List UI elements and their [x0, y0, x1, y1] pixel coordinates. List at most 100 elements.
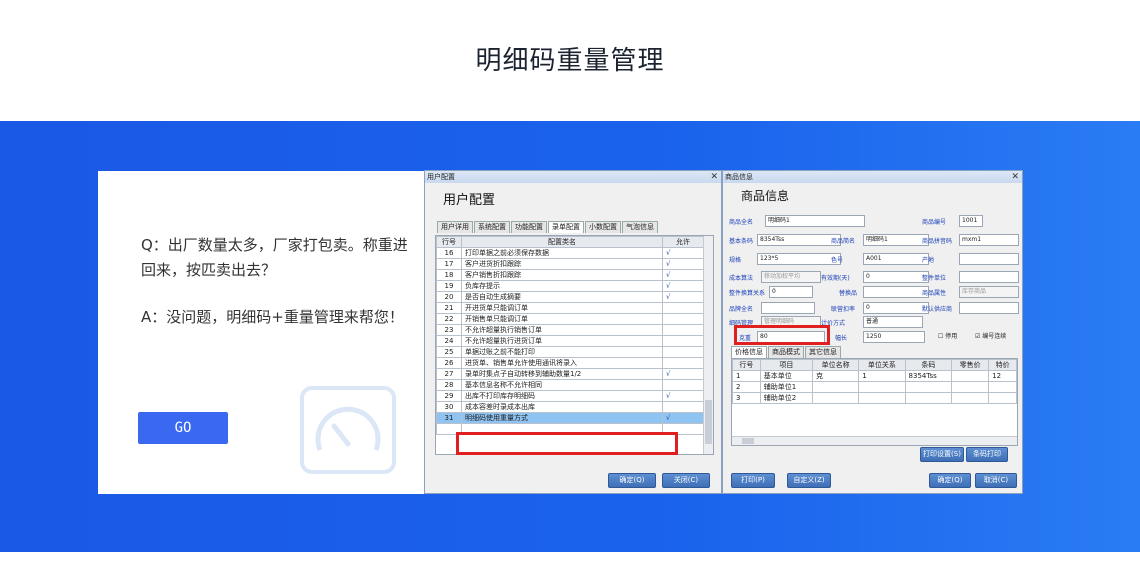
field-input[interactable]: 0: [863, 271, 929, 283]
unit-row[interactable]: 3 辅助单位2: [732, 392, 1017, 404]
product-tab-0[interactable]: 价格信息: [731, 346, 767, 358]
allow-check[interactable]: [662, 324, 704, 336]
field-input[interactable]: 123*5: [757, 253, 841, 265]
go-button[interactable]: GO: [138, 412, 228, 444]
allow-check[interactable]: √: [662, 247, 704, 259]
config-scrollbar[interactable]: [703, 236, 713, 454]
config-name: 录单时集点子自动转移到辅助数量1/2: [461, 368, 663, 380]
unit-row[interactable]: 1 基本单位克 1 8354Tss 12: [732, 370, 1017, 382]
config-row[interactable]: 19 负库存提示 √: [436, 280, 704, 292]
field-input[interactable]: 0: [769, 286, 813, 298]
unit-cell-special: [988, 381, 1017, 393]
unit-table-scrollbar[interactable]: [732, 436, 1017, 445]
allow-check[interactable]: √: [662, 291, 704, 303]
field-input[interactable]: 明细码1: [765, 215, 865, 227]
highlight-weight-mode: [456, 432, 678, 455]
field-input[interactable]: 库存商品: [959, 286, 1019, 298]
scrollbar-thumb[interactable]: [742, 438, 754, 444]
tab-0[interactable]: 用户详用: [437, 221, 473, 233]
field-input[interactable]: [959, 253, 1019, 265]
close-button[interactable]: 关闭(C): [662, 473, 710, 488]
unit-cell-code: [904, 392, 953, 404]
field-input[interactable]: [863, 286, 929, 298]
allow-check[interactable]: [662, 357, 704, 369]
allow-check[interactable]: [662, 313, 704, 325]
tab-2[interactable]: 功能配置: [511, 221, 547, 233]
field-input[interactable]: 1001: [959, 215, 983, 227]
config-row[interactable]: 25 单据过账之前不能打印: [436, 346, 704, 358]
allow-check[interactable]: √: [662, 390, 704, 402]
tab-1[interactable]: 系统配置: [474, 221, 510, 233]
product-tab-1[interactable]: 商品模式: [768, 346, 804, 358]
print-setup-button[interactable]: 打印设置(S): [920, 447, 964, 462]
allow-check[interactable]: [662, 302, 704, 314]
config-row[interactable]: 20 是否自动生成摘要 √: [436, 291, 704, 303]
cancel-button[interactable]: 取消(C): [975, 473, 1017, 488]
config-row[interactable]: 21 开进货单只能调订单: [436, 302, 704, 314]
config-name: 出库不打印库存明细码: [461, 390, 663, 402]
field-label: 基本条码: [729, 238, 754, 245]
user-config-window-title: 用户配置: [427, 173, 455, 181]
config-row[interactable]: 27 录单时集点子自动转移到辅助数量1/2 √: [436, 368, 704, 380]
product-info-heading: 商品信息: [741, 189, 790, 203]
field-input[interactable]: [959, 302, 1019, 314]
config-row[interactable]: 16 打印单据之前必须保存数据 √: [436, 247, 704, 259]
field-input[interactable]: 1250: [863, 331, 925, 343]
field-input[interactable]: 0: [863, 302, 929, 314]
close-icon[interactable]: ✕: [710, 171, 718, 183]
ok-button[interactable]: 确定(Q): [608, 473, 656, 488]
column-header: 零售价: [951, 359, 990, 371]
field-input[interactable]: 明细码1: [863, 234, 929, 246]
tab-3[interactable]: 录单配置: [548, 221, 584, 233]
allow-check[interactable]: [662, 346, 704, 358]
disable-checkbox[interactable]: ☐ 停用: [938, 331, 957, 340]
config-row[interactable]: 29 出库不打印库存明细码 √: [436, 390, 704, 402]
config-row[interactable]: 31 明细码使用重量方式 √: [436, 412, 704, 424]
field-input[interactable]: 8354Tss: [757, 234, 841, 246]
ok-button[interactable]: 确定(Q): [929, 473, 971, 488]
serial-checkbox[interactable]: ☑ 编号连续: [975, 331, 1006, 340]
allow-check[interactable]: √: [662, 269, 704, 281]
column-header: 配置类名: [461, 236, 663, 248]
question-text: Q：出厂数量太多，厂家打包卖。称重进回来，按匹卖出去？: [141, 236, 408, 279]
column-header: 单位关系: [858, 359, 906, 371]
field-input[interactable]: [959, 271, 1019, 283]
config-row[interactable]: 24 不允许超量执行进货订单: [436, 335, 704, 347]
scrollbar-thumb[interactable]: [705, 400, 712, 444]
disable-label: 停用: [945, 333, 958, 340]
config-name: 负库存提示: [461, 280, 663, 292]
config-row[interactable]: 17 客户进货折扣跟踪 √: [436, 258, 704, 270]
allow-check[interactable]: √: [662, 368, 704, 380]
allow-check[interactable]: √: [662, 280, 704, 292]
field-input[interactable]: A001: [863, 253, 929, 265]
config-row[interactable]: 18 客户销售折扣跟踪 √: [436, 269, 704, 281]
config-row[interactable]: 28 基本信息名称不允许相同: [436, 379, 704, 391]
barcode-print-button[interactable]: 条码打印: [966, 447, 1008, 462]
unit-row[interactable]: 2 辅助单位1: [732, 381, 1017, 393]
field-input[interactable]: [761, 302, 815, 314]
row-number: 16: [436, 247, 462, 259]
config-name: 不允许超量执行销售订单: [461, 324, 663, 336]
allow-check[interactable]: [662, 401, 704, 413]
field-input[interactable]: 移动加权平均: [761, 271, 821, 283]
allow-check[interactable]: √: [662, 258, 704, 270]
allow-check[interactable]: √: [662, 412, 704, 424]
config-name: 开进货单只能调订单: [461, 302, 663, 314]
allow-check[interactable]: [662, 379, 704, 391]
config-row[interactable]: 30 成本容差时录成本出库: [436, 401, 704, 413]
unit-cell-item: 辅助单位1: [759, 381, 813, 393]
allow-check[interactable]: [662, 335, 704, 347]
custom-button[interactable]: 自定义(Z): [787, 473, 831, 488]
close-icon[interactable]: ✕: [1011, 171, 1019, 183]
field-label: 色号: [831, 257, 844, 264]
config-row[interactable]: 23 不允许超量执行销售订单: [436, 324, 704, 336]
print-button[interactable]: 打印(P): [731, 473, 775, 488]
field-input[interactable]: 普通: [863, 316, 923, 328]
config-row[interactable]: 26 进货单、销售单允许使用通讯将录入: [436, 357, 704, 369]
field-input[interactable]: mxm1: [959, 234, 1019, 246]
product-tab-2[interactable]: 其它信息: [805, 346, 841, 358]
tab-5[interactable]: 气泡信息: [622, 221, 658, 233]
column-header: 项目: [759, 359, 813, 371]
tab-4[interactable]: 小数配置: [585, 221, 621, 233]
config-row[interactable]: 22 开销售单只能调订单: [436, 313, 704, 325]
